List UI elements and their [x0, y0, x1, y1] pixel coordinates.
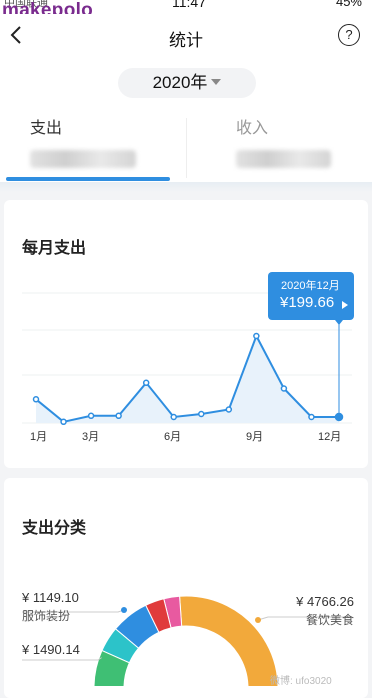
- category-name: 餐饮美食: [305, 613, 354, 627]
- category-callout-clothing[interactable]: ¥ 1149.10 服饰装扮: [22, 590, 79, 624]
- category-amount: ¥ 1490.14: [22, 642, 80, 657]
- donut-slice[interactable]: [179, 595, 279, 686]
- category-amount: ¥ 1149.10: [22, 590, 79, 605]
- corner-watermark: 微博: ufo3020: [270, 676, 332, 687]
- category-donut-chart[interactable]: [0, 0, 372, 686]
- leader-dot: [255, 617, 261, 623]
- leader-dot: [121, 607, 127, 613]
- category-callout-other[interactable]: ¥ 1490.14: [22, 642, 80, 657]
- category-amount: ¥ 4766.26: [296, 594, 354, 609]
- category-callout-food[interactable]: ¥ 4766.26 餐饮美食: [286, 594, 354, 628]
- category-name: 服饰装扮: [22, 609, 71, 623]
- leader-dot: [101, 653, 107, 659]
